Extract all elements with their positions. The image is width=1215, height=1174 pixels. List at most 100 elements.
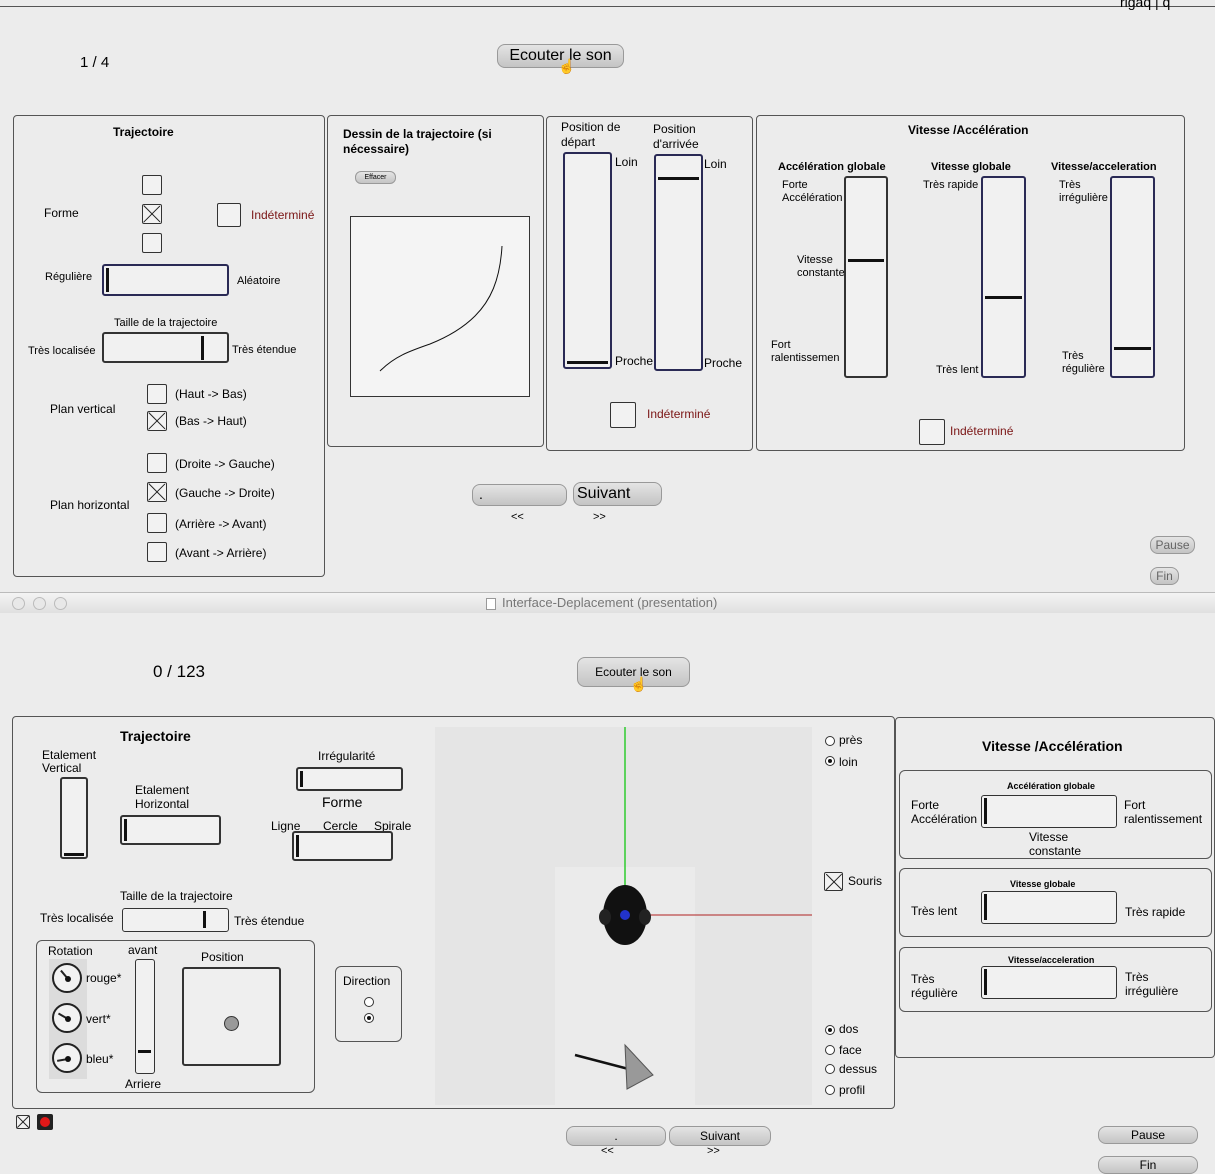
vit-globale-slider-bottom[interactable]	[981, 891, 1117, 924]
depart-title-line1: Position de	[561, 120, 621, 134]
top-trajectoire-panel: Trajectoire Forme Indéterminé Régulière …	[13, 115, 325, 577]
position-pad[interactable]	[182, 967, 281, 1066]
etalement-horizontal-slider[interactable]	[120, 815, 221, 845]
top-fin-button[interactable]: Fin	[1150, 567, 1179, 585]
bas-haut-checkbox[interactable]	[147, 411, 167, 431]
arriere-avant-label: (Arrière -> Avant)	[175, 517, 267, 531]
slider-marker	[658, 177, 699, 180]
forme-checkbox-3[interactable]	[142, 233, 162, 253]
3d-view[interactable]	[435, 727, 812, 1105]
acc-globale-slider-bottom[interactable]	[981, 795, 1117, 828]
dos-label: dos	[839, 1022, 859, 1036]
footer-checkbox[interactable]	[16, 1115, 30, 1129]
face-radio[interactable]	[825, 1045, 835, 1055]
drawing-canvas[interactable]	[350, 216, 530, 397]
effacer-button[interactable]: Effacer	[355, 171, 396, 184]
direction-radio-1[interactable]	[364, 997, 374, 1007]
tres-irr-bottom-2: irrégulière	[1125, 984, 1179, 998]
arrivee-slider[interactable]	[654, 154, 703, 371]
avant-arriere-slider[interactable]	[135, 959, 155, 1074]
etal-vert-label-1: Etalement	[42, 748, 97, 762]
bottom-prev-arrows: <<	[601, 1145, 614, 1157]
vit-globale-title-bottom: Vitesse globale	[1010, 879, 1076, 889]
vit-globale-slider[interactable]	[981, 176, 1026, 378]
tres-reg-bottom-1: Très	[911, 972, 935, 986]
depart-proche-label: Proche	[615, 354, 654, 368]
reguliere-slider[interactable]	[102, 264, 229, 296]
depart-slider[interactable]	[563, 152, 612, 369]
taille-slider-bottom[interactable]	[122, 908, 229, 932]
close-window-icon[interactable]	[12, 597, 25, 610]
bleu-knob[interactable]	[52, 1043, 82, 1073]
vitesse-indetermine-label: Indéterminé	[950, 424, 1014, 438]
rouge-knob[interactable]	[52, 963, 82, 993]
position-dot[interactable]	[224, 1016, 239, 1031]
dessin-title-line1: Dessin de la trajectoire (si	[343, 127, 492, 141]
record-icon[interactable]	[37, 1114, 53, 1130]
irregularite-label: Irrégularité	[318, 749, 376, 763]
tres-irr-bottom-1: Très	[1125, 970, 1149, 984]
slider-marker	[567, 361, 608, 364]
forme-slider[interactable]	[292, 831, 393, 861]
loin-radio[interactable]	[825, 756, 835, 766]
dessin-panel: Dessin de la trajectoire (si nécessaire)…	[327, 115, 544, 447]
vit-acc-slider[interactable]	[1110, 176, 1155, 378]
bottom-vitesse-panel: Vitesse /Accélération Accélération globa…	[895, 717, 1215, 1058]
bottom-prev-button[interactable]: .	[566, 1126, 666, 1146]
irregularite-slider[interactable]	[296, 767, 403, 791]
top-prev-button[interactable]: .	[472, 484, 567, 506]
dessus-label: dessus	[839, 1062, 878, 1076]
haut-bas-checkbox[interactable]	[147, 384, 167, 404]
taille-slider[interactable]	[102, 332, 229, 363]
forme-checkbox-2[interactable]	[142, 204, 162, 224]
minimize-window-icon[interactable]	[33, 597, 46, 610]
direction-radio-2[interactable]	[364, 1013, 374, 1023]
arriere-avant-checkbox[interactable]	[147, 513, 167, 533]
position-indetermine-checkbox[interactable]	[610, 402, 636, 428]
slider-marker	[124, 819, 127, 841]
fort-bottom-2: ralentissement	[1124, 812, 1203, 826]
bas-haut-label: (Bas -> Haut)	[175, 414, 247, 428]
fort-ral-label-1: Fort	[771, 339, 791, 351]
forme-indetermine-checkbox[interactable]	[217, 203, 241, 227]
vert-knob[interactable]	[52, 1003, 82, 1033]
avant-arriere-checkbox[interactable]	[147, 542, 167, 562]
bleu-label: bleu*	[86, 1052, 114, 1066]
souris-checkbox[interactable]	[824, 872, 843, 891]
bottom-fin-button[interactable]: Fin	[1098, 1156, 1198, 1174]
position-panel: Position de départ Position d'arrivée Lo…	[546, 116, 753, 451]
gauche-droite-label: (Gauche -> Droite)	[175, 486, 275, 500]
forme-checkbox-1[interactable]	[142, 175, 162, 195]
taille-title-bottom: Taille de la trajectoire	[120, 889, 233, 903]
top-prev-arrows: <<	[511, 511, 524, 523]
dessin-title-line2: nécessaire)	[343, 142, 410, 156]
vert-label: vert*	[86, 1012, 111, 1026]
vit-acc-slider-bottom[interactable]	[981, 966, 1117, 999]
profil-radio[interactable]	[825, 1085, 835, 1095]
pres-radio[interactable]	[825, 736, 835, 746]
droite-gauche-checkbox[interactable]	[147, 453, 167, 473]
dos-radio[interactable]	[825, 1025, 835, 1035]
window-title: Interface-Deplacement (presentation)	[502, 595, 718, 610]
bottom-next-button[interactable]: Suivant	[669, 1126, 771, 1146]
top-next-button[interactable]: Suivant	[573, 482, 662, 506]
slider-marker	[985, 296, 1022, 299]
forme-label-bottom: Forme	[322, 794, 363, 810]
zoom-window-icon[interactable]	[54, 597, 67, 610]
profil-label: profil	[839, 1083, 866, 1097]
bottom-counter: 0 / 123	[153, 662, 205, 681]
bottom-pause-button[interactable]: Pause	[1098, 1126, 1198, 1144]
forme-indetermine-label: Indéterminé	[251, 208, 315, 222]
vitesse-indetermine-checkbox[interactable]	[919, 419, 945, 445]
bottom-trajectoire-panel: Trajectoire Etalement Vertical Etalement…	[12, 716, 895, 1109]
gauche-droite-checkbox[interactable]	[147, 482, 167, 502]
top-pause-button[interactable]: Pause	[1150, 536, 1195, 554]
cursor-hand-icon-2: ☝	[630, 676, 648, 692]
loin-label: loin	[839, 755, 858, 769]
etal-horiz-label-2: Horizontal	[135, 797, 190, 811]
acc-globale-slider[interactable]	[844, 176, 888, 378]
dessus-radio[interactable]	[825, 1064, 835, 1074]
avant-label: avant	[128, 943, 158, 957]
etalement-vertical-slider[interactable]	[60, 777, 88, 859]
direction-subpanel: Direction	[335, 966, 402, 1042]
